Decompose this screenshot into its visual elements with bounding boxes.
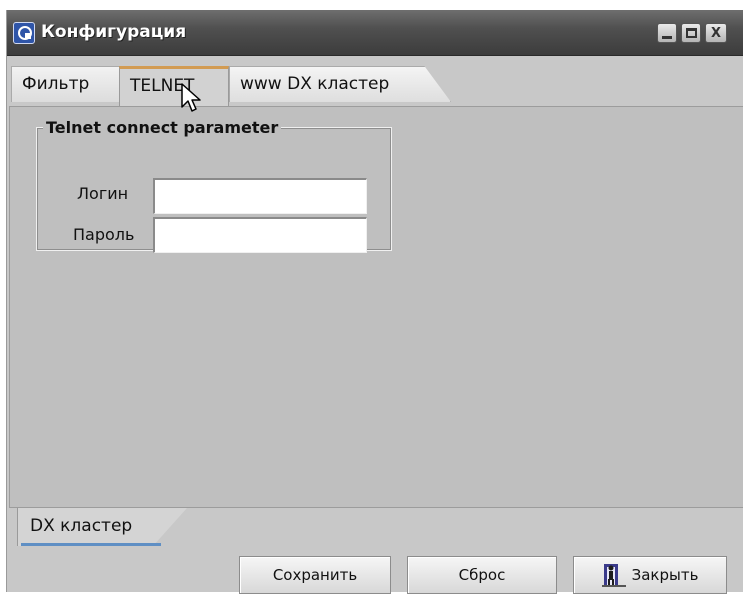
active-tab-indicator bbox=[21, 543, 161, 546]
password-input[interactable] bbox=[153, 217, 367, 253]
login-input[interactable] bbox=[153, 178, 367, 214]
telnet-connect-group: Telnet connect parameter Логин Пароль bbox=[36, 118, 392, 253]
app-icon bbox=[13, 22, 35, 44]
minimize-icon bbox=[662, 35, 672, 39]
close-icon: X bbox=[710, 25, 722, 41]
login-label: Логин bbox=[77, 184, 129, 203]
save-button[interactable]: Сохранить bbox=[239, 556, 391, 594]
close-button[interactable]: Закрыть bbox=[573, 556, 727, 594]
tab-strip: Фильтр www DX кластер TELNET bbox=[7, 56, 743, 112]
tab-dx-cluster[interactable]: DX кластер bbox=[17, 508, 187, 546]
close-window-button[interactable]: X bbox=[705, 23, 727, 43]
reset-button[interactable]: Сброс bbox=[407, 556, 557, 594]
tab-telnet[interactable]: TELNET bbox=[119, 66, 229, 106]
telnet-panel: Telnet connect parameter Логин Пароль bbox=[9, 106, 743, 508]
window-title: Конфигурация bbox=[41, 22, 187, 42]
door-exit-icon bbox=[601, 564, 626, 587]
minimize-button[interactable] bbox=[657, 23, 677, 43]
maximize-button[interactable] bbox=[681, 23, 701, 43]
title-bar[interactable]: Конфигурация X bbox=[7, 10, 743, 56]
maximize-icon bbox=[685, 28, 697, 38]
group-title: Telnet connect parameter bbox=[43, 118, 282, 137]
mouse-cursor-icon bbox=[181, 83, 201, 112]
tab-filter[interactable]: Фильтр bbox=[11, 66, 121, 102]
tab-www-dx-cluster[interactable]: www DX кластер bbox=[229, 66, 451, 102]
password-label: Пароль bbox=[73, 225, 135, 244]
close-button-label: Закрыть bbox=[631, 566, 699, 584]
config-window: Конфигурация X Фильтр www DX кластер TEL… bbox=[6, 10, 743, 594]
